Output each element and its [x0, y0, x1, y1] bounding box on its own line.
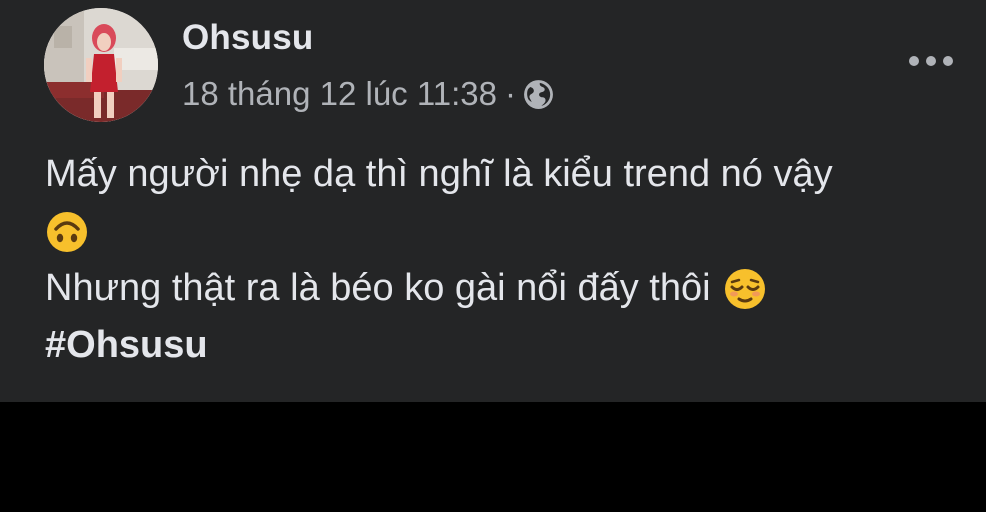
post-text-line: #Ohsusu: [45, 317, 965, 374]
hashtag-link[interactable]: #Ohsusu: [45, 317, 208, 374]
post-text: Mấy người nhẹ dạ thì nghĩ là kiểu trend …: [45, 146, 965, 374]
post-meta: 18 tháng 12 lúc 11:38 ·: [182, 74, 555, 114]
author-name[interactable]: Ohsusu: [182, 18, 314, 58]
relieved-face-emoji-icon: [723, 267, 767, 311]
more-options-button[interactable]: [896, 38, 966, 84]
post-text-line: Mấy người nhẹ dạ thì nghĩ là kiểu trend …: [45, 146, 965, 203]
avatar-photo: [44, 8, 158, 122]
post-timestamp[interactable]: 18 tháng 12 lúc 11:38: [182, 75, 497, 113]
upside-down-face-emoji-icon: [45, 210, 89, 254]
globe-icon[interactable]: [522, 78, 555, 111]
post-text-line: [45, 203, 965, 260]
post-text-line: Nhưng thật ra là béo ko gài nổi đấy thôi: [45, 260, 965, 317]
post-card: Ohsusu 18 tháng 12 lúc 11:38 · Mấy người…: [0, 0, 986, 402]
author-avatar[interactable]: [44, 8, 158, 122]
more-options-icon: [909, 56, 953, 66]
post-text-line-3: Nhưng thật ra là béo ko gài nổi đấy thôi: [45, 267, 711, 309]
post-text-line-1: Mấy người nhẹ dạ thì nghĩ là kiểu trend …: [45, 153, 833, 195]
meta-separator: ·: [504, 75, 516, 112]
